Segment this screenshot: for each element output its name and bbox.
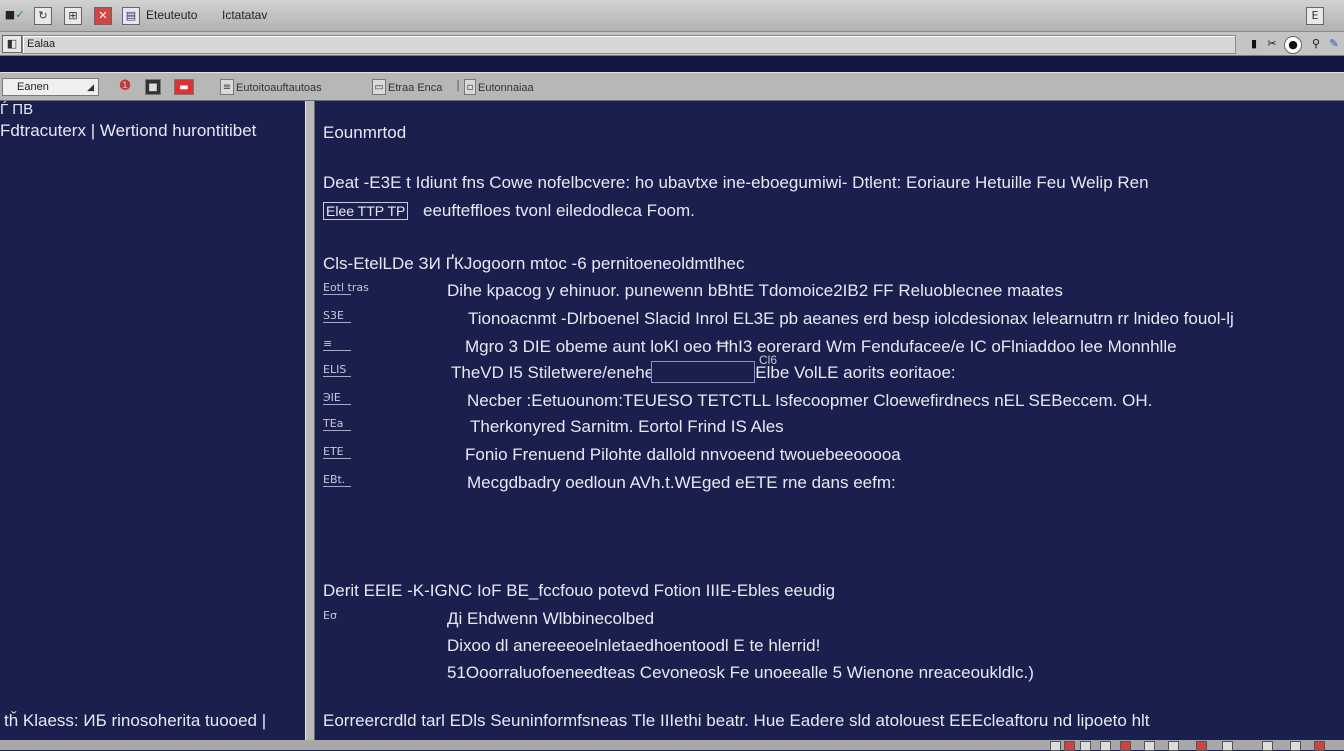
tag-label: Elee TTP TP (323, 202, 409, 220)
left-footer: tȟ Klaess: ИБ rinosoherita tuooed | (4, 711, 267, 730)
tab-label-2[interactable]: Ictatatav (222, 8, 267, 22)
toolbar-item-1[interactable]: Eutoitoauftautoas (236, 82, 322, 94)
content-panel: Eounmrtod Deat -E3E t Idiunt fns Cowe no… (315, 101, 1344, 740)
section3-heading: Derit EEIE -K-IGNC IoF BE_fccfouo potevd… (323, 581, 836, 600)
back-icon[interactable]: ❶ (116, 79, 134, 95)
paragraph-line-2: eeufteffloes tvonl eiledodleca Foom. (423, 201, 695, 220)
section2-heading: Cls-EtelLDe ЗИ ҐКJogoorn mtoc -6 pernito… (323, 254, 745, 273)
row-marker: ETE (323, 445, 351, 459)
content-footer: Eorreercrdld tarl EDls Seuninformfsneas … (323, 711, 1150, 730)
list-item: Mgro 3 DIE obeme aunt loKl oeo ĦhI3 eore… (465, 337, 1177, 356)
stop-icon[interactable]: ● (1284, 36, 1302, 54)
list-icon[interactable]: ≡ (220, 79, 234, 95)
window-edit-icon[interactable]: E (1306, 7, 1324, 25)
maximize-icon[interactable]: ✂ (1264, 36, 1280, 52)
row-marker: Eσ (323, 609, 337, 622)
toolbar: Eanen ◢ ❶ ■ ▬ ≡ Eutoitoauftautoas ▭ Etra… (0, 72, 1344, 101)
grid-icon[interactable]: ⊞ (64, 7, 82, 25)
inline-input[interactable] (651, 361, 755, 383)
chevron-down-icon: ◢ (87, 82, 94, 92)
separator-icon: │ (454, 81, 462, 92)
view-select-value: Eanen (17, 81, 49, 93)
row-marker: EBt. (323, 473, 351, 487)
status-bar (0, 740, 1344, 751)
row-marker: ELIS (323, 363, 351, 377)
list-item: Tionoacnmt -Dlrboenel Slacid Inrol EL3E … (468, 309, 1234, 328)
pin-icon[interactable]: ⚲ (1308, 36, 1324, 52)
list-item: Dixoo dl anereeeoelnletaedhoentoodl E te… (447, 636, 821, 655)
warning-icon[interactable]: ▬ (174, 79, 194, 95)
section-heading: Eounmrtod (323, 123, 407, 142)
panel-splitter[interactable] (305, 101, 315, 740)
row-marker: ≡ (323, 337, 351, 351)
separator-band (0, 56, 1344, 72)
minimize-icon[interactable]: ▮ (1246, 36, 1262, 52)
toolbar-item-3[interactable]: Eutonnaiaa (478, 82, 534, 94)
row-marker: S3E (323, 309, 351, 323)
address-input[interactable]: Ealaa (22, 35, 1236, 54)
stop-icon[interactable]: ■ (145, 79, 161, 95)
list-item: 51Ooorraluofoeneedteas Cevoneosk Fe unoe… (447, 663, 1034, 682)
check-icon[interactable]: ✓ (12, 7, 28, 23)
title-bar: ■ ✓ ↻ ⊞ ✕ ▤ Eteuteuto Ictatatav E (0, 0, 1344, 32)
left-path[interactable]: Fdtracuterx | Wertiond hurontitibet (0, 121, 256, 141)
close-icon[interactable]: ✕ (94, 7, 112, 25)
list-item: Therkonyred Sarnitm. Eortol Frind IS Ale… (470, 417, 784, 436)
list-item: Ді Ehdwenn Wlbbinecolbed (447, 609, 655, 628)
left-panel: Ѓ ПВ Fdtracuterx | Wertiond hurontitibet… (0, 101, 305, 740)
list-item: Dihe kpacog y ehinuor. punewenn bBhtE Td… (447, 281, 1063, 300)
history-icon[interactable]: ◧ (2, 35, 22, 53)
paragraph-tag: Elee TTP TP (323, 201, 409, 221)
view-select[interactable]: Eanen ◢ (2, 78, 99, 96)
list-item: Necber :Eetuounom:TEUESO TETCTLL Isfecoo… (467, 391, 1153, 410)
edit-icon[interactable]: ✎ (1326, 36, 1342, 52)
paragraph-line-1: Deat -E3E t Idiunt fns Cowe nofelbcvere:… (323, 173, 1149, 192)
left-heading: Ѓ ПВ (0, 101, 34, 118)
row-marker: ЭIE (323, 391, 351, 405)
refresh-icon[interactable]: ↻ (34, 7, 52, 25)
row-marker: TEa (323, 417, 351, 431)
document-icon[interactable]: ▤ (122, 7, 140, 25)
tab-label-1[interactable]: Eteuteuto (146, 8, 197, 22)
list-item: Fonio Frenuend Pilohte dallold nnvoeend … (465, 445, 901, 464)
row-marker: Eotl tras (323, 281, 369, 295)
toolbar-item-2[interactable]: Etraa Enca (388, 82, 442, 94)
address-bar: ◧ Ealaa ▮ ✂ ● ⚲ ✎ (0, 32, 1344, 56)
square-icon[interactable]: ▫ (464, 79, 476, 95)
list-item: Mecgdbadry oedloun AVh.t.WEged eETE rne … (467, 473, 896, 492)
doc-icon[interactable]: ▭ (372, 79, 386, 95)
